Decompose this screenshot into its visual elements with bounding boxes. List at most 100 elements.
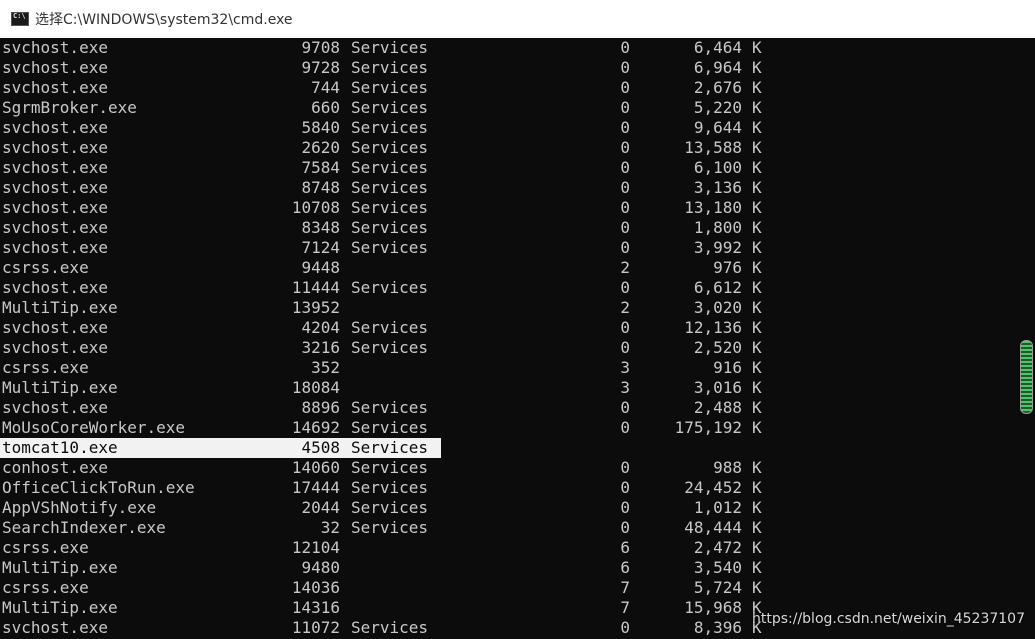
process-row[interactable]: svchost.exe 4204 Services 0 12,136 K bbox=[0, 318, 1018, 338]
session-number: 0 bbox=[620, 418, 630, 437]
memory-unit: K bbox=[752, 318, 762, 337]
session-number: 0 bbox=[620, 338, 630, 357]
title-bar[interactable]: 选择C:\WINDOWS\system32\cmd.exe bbox=[0, 0, 1035, 38]
memory-usage: 15,968 bbox=[684, 598, 742, 617]
session-name: Services bbox=[351, 178, 429, 197]
session-name: Services bbox=[351, 398, 429, 417]
session-number: 0 bbox=[620, 518, 630, 537]
process-row[interactable]: MultiTip.exe 18084 3 3,016 K bbox=[0, 378, 1018, 398]
process-row[interactable]: svchost.exe 10708 Services 0 13,180 K bbox=[0, 198, 1018, 218]
process-name: AppVShNotify.exe bbox=[2, 498, 157, 517]
process-pid: 8896 bbox=[301, 398, 340, 417]
scrollbar-thumb[interactable] bbox=[1020, 340, 1033, 414]
process-row[interactable]: csrss.exe 9448 2 976 K bbox=[0, 258, 1018, 278]
process-name: svchost.exe bbox=[2, 158, 108, 177]
memory-usage: 6,464 bbox=[693, 38, 742, 57]
session-name: Services bbox=[351, 198, 429, 217]
process-row[interactable]: MultiTip.exe 9480 6 3,540 K bbox=[0, 558, 1018, 578]
process-pid: 9708 bbox=[301, 38, 340, 57]
session-number: 0 bbox=[620, 438, 630, 457]
memory-usage: 3,016 bbox=[693, 378, 742, 397]
process-pid: 7124 bbox=[301, 238, 340, 257]
process-row[interactable]: svchost.exe 7124 Services 0 3,992 K bbox=[0, 238, 1018, 258]
memory-unit: K bbox=[752, 218, 762, 237]
process-row[interactable]: MultiTip.exe 13952 2 3,020 K bbox=[0, 298, 1018, 318]
session-name: Services bbox=[351, 238, 429, 257]
process-pid: 744 bbox=[311, 78, 340, 97]
session-number: 7 bbox=[620, 578, 630, 597]
memory-usage: 5,724 bbox=[693, 578, 742, 597]
memory-unit: K bbox=[752, 578, 762, 597]
memory-usage: 175,192 bbox=[674, 418, 742, 437]
process-name: csrss.exe bbox=[2, 538, 89, 557]
process-row[interactable]: tomcat10.exe 4508 Services 0 45,540 K bbox=[0, 438, 1018, 458]
process-name: csrss.exe bbox=[2, 578, 89, 597]
session-number: 2 bbox=[620, 258, 630, 277]
session-number: 6 bbox=[620, 558, 630, 577]
process-row[interactable]: svchost.exe 7584 Services 0 6,100 K bbox=[0, 158, 1018, 178]
session-name: Services bbox=[351, 518, 429, 537]
process-row[interactable]: svchost.exe 2620 Services 0 13,588 K bbox=[0, 138, 1018, 158]
process-pid: 17444 bbox=[291, 478, 340, 497]
process-row[interactable]: svchost.exe 5840 Services 0 9,644 K bbox=[0, 118, 1018, 138]
memory-unit: K bbox=[752, 518, 762, 537]
process-row[interactable]: AppVShNotify.exe 2044 Services 0 1,012 K bbox=[0, 498, 1018, 518]
process-row[interactable]: MoUsoCoreWorker.exe 14692 Services 0 175,192… bbox=[0, 418, 1018, 438]
process-row[interactable]: svchost.exe 9728 Services 0 6,964 K bbox=[0, 58, 1018, 78]
session-number: 0 bbox=[620, 178, 630, 197]
memory-unit: K bbox=[752, 278, 762, 297]
memory-usage: 3,136 bbox=[693, 178, 742, 197]
process-row[interactable]: csrss.exe 12104 6 2,472 K bbox=[0, 538, 1018, 558]
memory-usage: 3,540 bbox=[693, 558, 742, 577]
process-row[interactable]: csrss.exe 14036 7 5,724 K bbox=[0, 578, 1018, 598]
vertical-scrollbar[interactable] bbox=[1018, 38, 1035, 639]
memory-usage: 45,540 bbox=[684, 438, 742, 457]
memory-usage: 2,676 bbox=[693, 78, 742, 97]
console-output[interactable]: svchost.exe 9708 Services 0 6,464 Ksvchost.ex… bbox=[0, 38, 1018, 639]
process-row[interactable]: csrss.exe 352 3 916 K bbox=[0, 358, 1018, 378]
process-row[interactable]: OfficeClickToRun.exe 17444 Services 0 24,452… bbox=[0, 478, 1018, 498]
process-pid: 14060 bbox=[291, 458, 340, 477]
process-name: OfficeClickToRun.exe bbox=[2, 478, 195, 497]
process-row[interactable]: svchost.exe 8748 Services 0 3,136 K bbox=[0, 178, 1018, 198]
process-row[interactable]: svchost.exe 8896 Services 0 2,488 K bbox=[0, 398, 1018, 418]
memory-usage: 8,396 bbox=[693, 618, 742, 637]
memory-unit: K bbox=[752, 458, 762, 477]
process-row[interactable]: svchost.exe 9708 Services 0 6,464 K bbox=[0, 38, 1018, 58]
session-name: Services bbox=[351, 438, 429, 457]
process-name: svchost.exe bbox=[2, 398, 108, 417]
process-row[interactable]: svchost.exe 11444 Services 0 6,612 K bbox=[0, 278, 1018, 298]
session-number: 0 bbox=[620, 118, 630, 137]
memory-unit: K bbox=[752, 478, 762, 497]
memory-unit: K bbox=[752, 498, 762, 517]
session-name: Services bbox=[351, 418, 429, 437]
session-name: Services bbox=[351, 118, 429, 137]
memory-usage: 976 bbox=[713, 258, 742, 277]
process-row[interactable]: svchost.exe 744 Services 0 2,676 K bbox=[0, 78, 1018, 98]
process-row[interactable]: SgrmBroker.exe 660 Services 0 5,220 K bbox=[0, 98, 1018, 118]
memory-usage: 916 bbox=[713, 358, 742, 377]
session-name: Services bbox=[351, 458, 429, 477]
session-name: Services bbox=[351, 338, 429, 357]
session-number: 0 bbox=[620, 138, 630, 157]
memory-usage: 3,020 bbox=[693, 298, 742, 317]
process-pid: 14036 bbox=[291, 578, 340, 597]
session-name: Services bbox=[351, 38, 429, 57]
process-row[interactable]: conhost.exe 14060 Services 0 988 K bbox=[0, 458, 1018, 478]
memory-unit: K bbox=[752, 138, 762, 157]
session-name: Services bbox=[351, 278, 429, 297]
session-number: 3 bbox=[620, 358, 630, 377]
process-pid: 5840 bbox=[301, 118, 340, 137]
process-row[interactable]: SearchIndexer.exe 32 Services 0 48,444 K bbox=[0, 518, 1018, 538]
process-row[interactable]: svchost.exe 8348 Services 0 1,800 K bbox=[0, 218, 1018, 238]
memory-unit: K bbox=[752, 438, 762, 457]
session-name: Services bbox=[351, 78, 429, 97]
process-row[interactable]: svchost.exe 3216 Services 0 2,520 K bbox=[0, 338, 1018, 358]
session-number: 0 bbox=[620, 58, 630, 77]
process-pid: 660 bbox=[311, 98, 340, 117]
process-pid: 11444 bbox=[291, 278, 340, 297]
process-name: svchost.exe bbox=[2, 178, 108, 197]
process-pid: 32 bbox=[320, 518, 340, 537]
session-number: 0 bbox=[620, 98, 630, 117]
process-name: svchost.exe bbox=[2, 318, 108, 337]
